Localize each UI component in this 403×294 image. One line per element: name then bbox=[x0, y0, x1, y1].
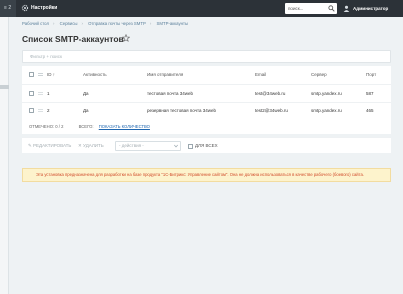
breadcrumb-separator: › bbox=[149, 21, 152, 26]
user-menu[interactable]: Администратор bbox=[341, 3, 403, 14]
cell-port: 465 bbox=[366, 108, 374, 113]
search-icon[interactable] bbox=[328, 5, 335, 12]
top-bar: ≡ 2 Настройки поиск... Администратор bbox=[0, 0, 403, 17]
row-divider bbox=[22, 102, 391, 103]
search-placeholder: поиск... bbox=[288, 6, 304, 11]
cell-active: Да bbox=[83, 91, 89, 96]
cell-email: test2@34web.ru bbox=[255, 108, 288, 113]
dev-warning-banner: Эта установка предназначена для разработ… bbox=[22, 168, 391, 182]
breadcrumb-item-accounts[interactable]: SMTP-аккаунты bbox=[157, 21, 189, 26]
breadcrumb: Рабочий стол › Сервисы › Отправка почты че… bbox=[22, 21, 192, 29]
sidebar-active-marker bbox=[0, 85, 9, 89]
cell-sender: резервная тестовая почта 34web bbox=[147, 108, 217, 113]
menu-toggle-button[interactable]: ≡ 2 bbox=[0, 0, 16, 17]
column-header-port[interactable]: Порт bbox=[366, 72, 376, 77]
column-header-id[interactable]: ID ↑ bbox=[47, 72, 55, 77]
cell-port: 587 bbox=[366, 91, 374, 96]
cell-id: 1 bbox=[47, 91, 50, 96]
breadcrumb-item-desktop[interactable]: Рабочий стол bbox=[22, 21, 49, 26]
cell-active: Да bbox=[83, 108, 89, 113]
filter-search-input[interactable]: Фильтр + поиск bbox=[22, 50, 391, 63]
row-menu-icon[interactable] bbox=[38, 92, 43, 95]
column-header-sender[interactable]: Имя отправителя bbox=[147, 72, 183, 77]
row-checkbox[interactable] bbox=[29, 91, 34, 96]
edit-button[interactable]: ✎ РЕДАКТИРОВАТЬ bbox=[28, 138, 71, 154]
cell-server: smtp.yandex.ru bbox=[311, 108, 342, 113]
settings-link[interactable]: Настройки bbox=[31, 0, 57, 17]
delete-button[interactable]: ✕ УДАЛИТЬ bbox=[78, 138, 104, 154]
chevron-down-icon bbox=[174, 144, 178, 148]
user-name: Администратор bbox=[353, 6, 389, 11]
column-header-id-label: ID bbox=[47, 72, 52, 77]
notification-count: 2 bbox=[8, 5, 12, 11]
warning-text: Эта установка предназначена для разработ… bbox=[36, 172, 364, 177]
show-count-link[interactable]: ПОКАЗАТЬ КОЛИЧЕСТВО bbox=[99, 124, 150, 129]
cell-email: test@34web.ru bbox=[255, 91, 286, 96]
breadcrumb-item-smtp[interactable]: Отправка почты через SMTP bbox=[88, 21, 146, 26]
select-all-checkbox[interactable] bbox=[29, 72, 34, 77]
page-title: Список SMTP-аккаунтов bbox=[22, 34, 124, 44]
favorite-star-icon[interactable] bbox=[122, 34, 130, 42]
gear-icon bbox=[21, 4, 29, 12]
column-header-server[interactable]: Сервер bbox=[311, 72, 327, 77]
selected-count: ОТМЕЧЕНО: 0 / 2 bbox=[29, 124, 64, 129]
row-divider bbox=[22, 84, 391, 85]
sort-arrow-icon: ↑ bbox=[52, 72, 56, 77]
breadcrumb-separator: › bbox=[81, 21, 83, 26]
search-input[interactable]: поиск... bbox=[285, 3, 337, 14]
for-all-checkbox[interactable] bbox=[188, 144, 193, 149]
column-header-active[interactable]: Активность bbox=[83, 72, 107, 77]
total-label: ВСЕГО: bbox=[78, 124, 94, 129]
breadcrumb-item-services[interactable]: Сервисы bbox=[60, 21, 78, 26]
cell-server: smtp.yandex.ru bbox=[311, 91, 342, 96]
settings-menu-icon[interactable] bbox=[38, 73, 43, 76]
filter-placeholder: Фильтр + поиск bbox=[30, 54, 62, 59]
delete-button-label: УДАЛИТЬ bbox=[83, 143, 104, 148]
table-footer: ОТМЕЧЕНО: 0 / 2 ВСЕГО: ПОКАЗАТЬ КОЛИЧЕСТ… bbox=[29, 124, 150, 129]
user-icon bbox=[343, 5, 350, 12]
action-panel: ✎ РЕДАКТИРОВАТЬ ✕ УДАЛИТЬ - действия - Д… bbox=[22, 137, 391, 153]
column-header-email[interactable]: Email bbox=[255, 72, 266, 77]
row-checkbox[interactable] bbox=[29, 108, 34, 113]
breadcrumb-separator: › bbox=[52, 21, 55, 26]
cell-id: 2 bbox=[47, 108, 50, 113]
left-sidebar-strip[interactable] bbox=[0, 17, 9, 294]
actions-select-value: - действия - bbox=[119, 143, 144, 148]
for-all-label: ДЛЯ ВСЕХ bbox=[195, 143, 218, 148]
edit-button-label: РЕДАКТИРОВАТЬ bbox=[33, 143, 72, 148]
smtp-accounts-table: ID ↑ Активность Имя отправителя Email Се… bbox=[22, 66, 391, 134]
row-menu-icon[interactable] bbox=[38, 109, 43, 112]
actions-select[interactable]: - действия - bbox=[115, 141, 181, 151]
cell-sender: тестовая почта 34web bbox=[147, 91, 194, 96]
